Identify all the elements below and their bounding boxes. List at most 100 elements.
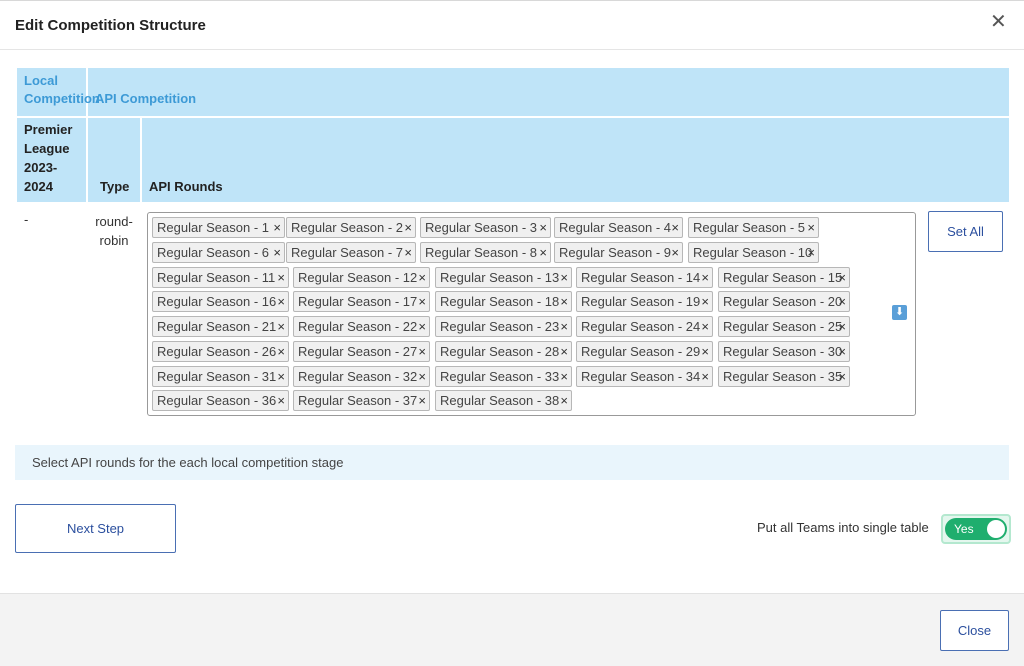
remove-tag-icon[interactable]: ×	[418, 268, 426, 287]
dropdown-arrow-icon[interactable]: ⬇	[892, 305, 907, 320]
remove-tag-icon[interactable]: ×	[277, 317, 285, 336]
round-tag: Regular Season - 20 ×	[718, 291, 850, 313]
round-tag: Regular Season - 22 ×	[293, 316, 430, 337]
round-tag-label: Regular Season - 37	[298, 393, 418, 409]
round-tag-label: Regular Season - 13	[440, 269, 560, 285]
remove-tag-icon[interactable]: ×	[404, 243, 412, 262]
round-tag: Regular Season - 28 ×	[435, 340, 572, 362]
remove-tag-icon[interactable]: ×	[560, 342, 568, 361]
round-tag: Regular Season - 25 ×	[718, 316, 850, 337]
remove-tag-icon[interactable]: ×	[701, 342, 709, 361]
remove-tag-icon[interactable]: ×	[560, 367, 568, 386]
remove-tag-icon[interactable]: ×	[807, 218, 815, 237]
round-tag: Regular Season - 3 ×	[420, 217, 551, 238]
single-table-toggle-label: Put all Teams into single table	[757, 520, 929, 535]
remove-tag-icon[interactable]: ×	[560, 317, 568, 336]
remove-tag-icon[interactable]: ×	[560, 391, 568, 410]
table-header-row: Local Competition API Competition	[15, 66, 1011, 118]
round-tag: Regular Season - 19 ×	[576, 291, 713, 313]
remove-tag-icon[interactable]: ×	[560, 268, 568, 287]
remove-tag-icon[interactable]: ×	[838, 342, 846, 361]
remove-tag-icon[interactable]: ×	[838, 317, 846, 336]
round-tag-label: Regular Season - 20	[723, 294, 843, 310]
round-tag-label: Regular Season - 34	[581, 368, 701, 384]
round-tag-label: Regular Season - 36	[157, 393, 277, 409]
remove-tag-icon[interactable]: ×	[539, 243, 547, 262]
edit-competition-modal: Edit Competition Structure ✕ Local Compe…	[0, 0, 1024, 666]
remove-tag-icon[interactable]: ×	[277, 268, 285, 287]
remove-tag-icon[interactable]: ×	[671, 218, 679, 237]
round-tag-label: Regular Season - 6	[157, 244, 270, 260]
round-tag-label: Regular Season - 26	[157, 343, 277, 359]
round-tag: Regular Season - 24 ×	[576, 316, 713, 337]
remove-tag-icon[interactable]: ×	[701, 292, 709, 311]
round-tag: Regular Season - 35 ×	[718, 365, 850, 387]
round-tag-label: Regular Season - 12	[298, 269, 418, 285]
remove-tag-icon[interactable]: ×	[838, 292, 846, 311]
remove-tag-icon[interactable]: ×	[277, 292, 285, 311]
api-competition-header: API Competition	[86, 66, 1011, 118]
info-message: Select API rounds for the each local com…	[15, 445, 1009, 480]
stage-type-cell: round-robin	[86, 202, 142, 422]
remove-tag-icon[interactable]: ×	[701, 268, 709, 287]
remove-tag-icon[interactable]: ×	[418, 292, 426, 311]
remove-tag-icon[interactable]: ×	[418, 317, 426, 336]
toggle-value: Yes	[954, 522, 974, 536]
round-tag-label: Regular Season - 25	[723, 319, 843, 334]
remove-tag-icon[interactable]: ×	[418, 391, 426, 410]
round-tag: Regular Season - 16 ×	[152, 291, 289, 313]
remove-tag-icon[interactable]: ×	[273, 243, 281, 262]
set-all-cell: Set All	[921, 202, 1011, 422]
round-tag: Regular Season - 13 ×	[435, 266, 572, 288]
close-button[interactable]: Close	[940, 610, 1009, 651]
modal-header: Edit Competition Structure ✕	[0, 1, 1024, 50]
remove-tag-icon[interactable]: ×	[807, 243, 815, 262]
remove-tag-icon[interactable]: ×	[277, 367, 285, 386]
remove-tag-icon[interactable]: ×	[671, 243, 679, 262]
round-tag: Regular Season - 1 ×	[152, 217, 285, 238]
round-tag: Regular Season - 23 ×	[435, 316, 572, 337]
modal-footer: Close	[0, 593, 1024, 666]
next-step-button[interactable]: Next Step	[15, 504, 176, 553]
round-tag: Regular Season - 7 ×	[286, 241, 416, 263]
remove-tag-icon[interactable]: ×	[838, 268, 846, 287]
remove-tag-icon[interactable]: ×	[418, 367, 426, 386]
remove-tag-icon[interactable]: ×	[418, 342, 426, 361]
remove-tag-icon[interactable]: ×	[273, 218, 281, 237]
remove-tag-icon[interactable]: ×	[838, 367, 846, 386]
round-tag-label: Regular Season - 5	[693, 220, 806, 235]
round-tag: Regular Season - 30 ×	[718, 340, 850, 362]
round-tag: Regular Season - 14 ×	[576, 266, 713, 288]
api-rounds-multiselect[interactable]: ⬇ Regular Season - 1 × Regular Season - 2 ×…	[147, 212, 916, 416]
round-tag-label: Regular Season - 10	[693, 244, 813, 260]
round-tag: Regular Season - 5 ×	[688, 217, 819, 238]
remove-tag-icon[interactable]: ×	[404, 218, 412, 237]
remove-tag-icon[interactable]: ×	[277, 391, 285, 410]
remove-tag-icon[interactable]: ×	[701, 317, 709, 336]
remove-tag-icon[interactable]: ×	[539, 218, 547, 237]
round-tag-label: Regular Season - 22	[298, 319, 418, 334]
remove-tag-icon[interactable]: ×	[560, 292, 568, 311]
round-tag-label: Regular Season - 21	[157, 319, 277, 334]
round-tag-label: Regular Season - 2	[291, 220, 404, 235]
remove-tag-icon[interactable]: ×	[701, 367, 709, 386]
competition-table: Local Competition API Competition Premie…	[15, 66, 1011, 422]
round-tag: Regular Season - 11 ×	[152, 266, 289, 288]
round-tag: Regular Season - 15 ×	[718, 266, 850, 288]
round-tag-label: Regular Season - 31	[157, 368, 277, 384]
round-tag: Regular Season - 34 ×	[576, 365, 713, 387]
round-tag-label: Regular Season - 23	[440, 319, 560, 334]
remove-tag-icon[interactable]: ×	[277, 342, 285, 361]
round-tag-label: Regular Season - 7	[291, 244, 404, 260]
close-icon[interactable]: ✕	[990, 11, 1007, 33]
set-all-button[interactable]: Set All	[928, 211, 1003, 252]
round-tag: Regular Season - 36 ×	[152, 390, 289, 412]
modal-title: Edit Competition Structure	[15, 17, 206, 34]
round-tag: Regular Season - 12 ×	[293, 266, 430, 288]
round-tag-label: Regular Season - 28	[440, 343, 560, 359]
round-tag: Regular Season - 17 ×	[293, 291, 430, 313]
single-table-toggle[interactable]: Yes	[941, 514, 1011, 544]
round-tag: Regular Season - 18 ×	[435, 291, 572, 313]
round-tag: Regular Season - 38 ×	[435, 390, 572, 412]
round-tag-label: Regular Season - 27	[298, 343, 418, 359]
